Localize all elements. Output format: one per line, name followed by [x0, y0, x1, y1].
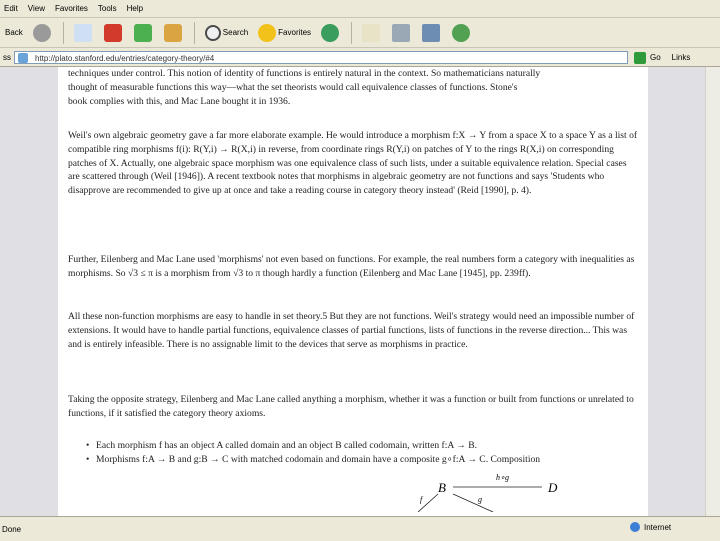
globe-icon	[630, 522, 640, 532]
edit-icon	[422, 23, 441, 42]
messenger-icon	[452, 23, 471, 42]
history-button[interactable]	[318, 21, 344, 45]
printer-icon	[392, 23, 411, 42]
menu-favorites[interactable]: Favorites	[51, 4, 94, 13]
print-button[interactable]	[389, 21, 415, 45]
menu-help[interactable]: Help	[123, 4, 149, 13]
go-arrow-icon	[634, 51, 646, 64]
refresh-button[interactable]	[131, 21, 157, 45]
go-label: Go	[650, 53, 661, 62]
menu-edit[interactable]: Edit	[0, 4, 24, 13]
home-icon	[163, 23, 182, 42]
stop-button[interactable]	[101, 21, 127, 45]
p1-line-1: techniques under control. This notion of…	[68, 68, 541, 79]
search-icon	[204, 24, 221, 41]
paragraph-4: All these non-function morphisms are eas…	[68, 311, 635, 350]
search-button[interactable]: Search	[202, 21, 251, 45]
diagram-label-hg: h∘g	[496, 473, 509, 482]
paragraph-1: techniques under control. This notion of…	[68, 67, 638, 108]
status-text: Done	[2, 524, 22, 534]
p1-line-2: thought of measurable functions this way…	[68, 81, 518, 93]
axiom-list: Each morphism f has an object A called d…	[86, 439, 628, 467]
toolbar-separator	[351, 21, 353, 44]
stop-icon	[103, 23, 122, 42]
star-icon	[258, 23, 277, 42]
zone-label: Internet	[644, 522, 672, 532]
diagram-node-d: D	[547, 480, 558, 495]
mail-icon	[362, 23, 381, 42]
history-icon	[321, 23, 340, 42]
home-button[interactable]	[161, 21, 187, 45]
menu-view[interactable]: View	[24, 4, 51, 13]
list-item: Each morphism f has an object A called d…	[86, 439, 628, 453]
page-favicon-icon	[18, 53, 28, 63]
commutative-diagram: B D h∘g f g	[417, 473, 558, 512]
go-button[interactable]: Go	[634, 51, 661, 64]
article-content: techniques under control. This notion of…	[58, 67, 648, 516]
menu-tools[interactable]: Tools	[94, 4, 123, 13]
search-label: Search	[222, 28, 249, 37]
edit-button[interactable]	[419, 21, 445, 45]
back-button[interactable]: Back	[2, 21, 26, 45]
favorites-button[interactable]: Favorites	[255, 21, 314, 45]
favorites-label: Favorites	[278, 28, 312, 37]
paragraph-5: Taking the opposite strategy, Eilenberg …	[68, 394, 634, 419]
diagram-arrow-g	[452, 493, 494, 512]
diagram-label-g: g	[478, 495, 482, 504]
paragraph-3: Further, Eilenberg and Mac Lane used 'mo…	[68, 254, 635, 279]
menu-bar: Edit View Favorites Tools Help	[0, 0, 720, 18]
page-icon	[73, 23, 92, 42]
messenger-button[interactable]	[449, 21, 475, 45]
forward-button[interactable]	[30, 21, 56, 45]
back-label: Back	[5, 28, 23, 37]
status-bar: Done Internet	[0, 516, 720, 541]
page-viewport: techniques under control. This notion of…	[0, 67, 720, 516]
paragraph-2: Weil's own algebraic geometry gave a far…	[68, 130, 638, 197]
page-icon-button[interactable]	[71, 21, 97, 45]
security-zone: Internet	[630, 522, 671, 532]
diagram-node-b: B	[438, 480, 446, 495]
refresh-icon	[133, 23, 152, 42]
list-item: Morphisms f:A → B and g:B → C with match…	[86, 453, 628, 467]
address-bar: ss http://plato.stanford.edu/entries/cat…	[0, 49, 720, 67]
address-label: ss	[3, 53, 11, 62]
forward-arrow-icon	[32, 23, 51, 42]
p1-line-3: book complies with this, and Mac Lane bo…	[68, 95, 291, 107]
links-label[interactable]: Links	[669, 53, 694, 62]
mail-button[interactable]	[359, 21, 385, 45]
vertical-scrollbar[interactable]	[705, 67, 720, 516]
diagram-label-f: f	[420, 495, 424, 504]
standard-toolbar: Back Search Favorites	[0, 18, 720, 48]
address-input[interactable]: http://plato.stanford.edu/entries/catego…	[14, 51, 628, 64]
toolbar-separator	[193, 21, 195, 44]
toolbar-separator	[62, 21, 64, 44]
address-url: http://plato.stanford.edu/entries/catego…	[35, 54, 215, 63]
